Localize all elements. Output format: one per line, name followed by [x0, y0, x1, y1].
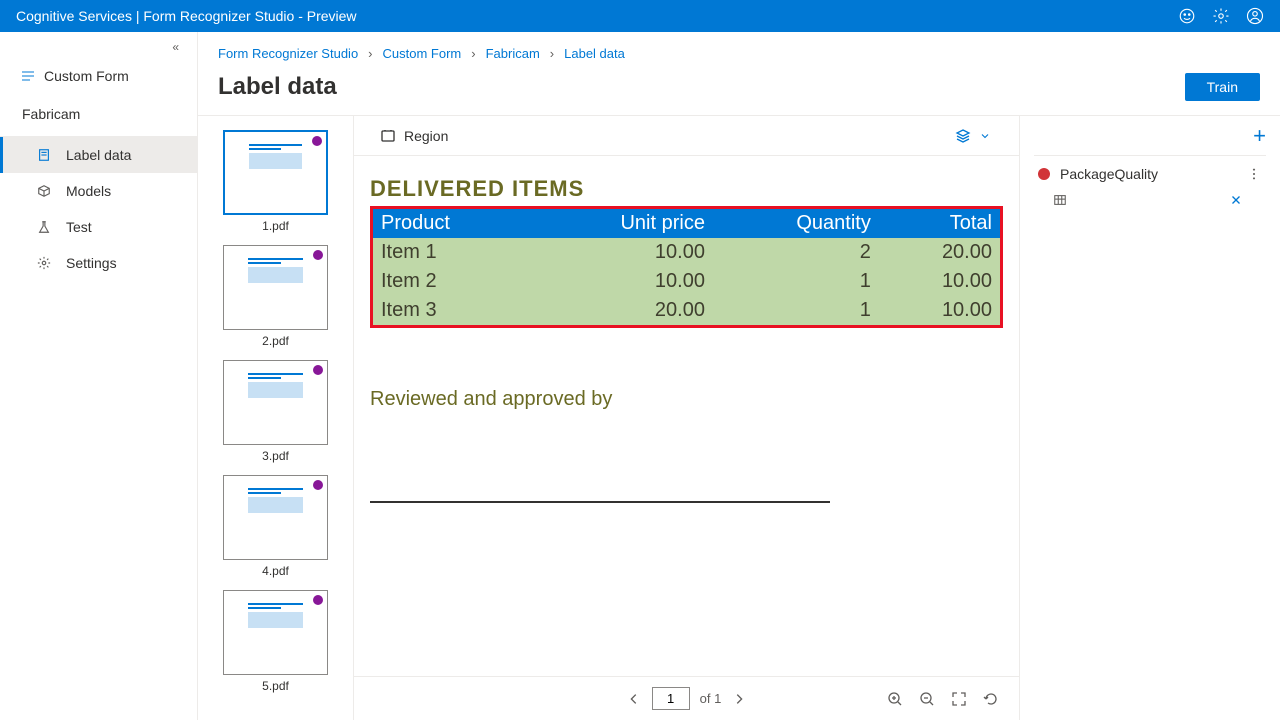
crumb-current[interactable]: Label data: [564, 46, 625, 61]
page-total: of 1: [700, 691, 722, 706]
sidebar-collapse[interactable]: «: [0, 32, 197, 62]
doc-heading: DELIVERED ITEMS: [370, 176, 1003, 202]
reviewed-label: Reviewed and approved by: [370, 388, 1003, 411]
thumb-2[interactable]: 2.pdf: [223, 245, 328, 352]
status-dot-icon: [313, 365, 323, 375]
project-name[interactable]: Fabricam: [0, 100, 197, 136]
cube-icon: [36, 183, 52, 199]
settings-icon[interactable]: [1212, 7, 1230, 25]
thumb-label: 5.pdf: [262, 675, 289, 697]
top-bar: Cognitive Services | Form Recognizer Stu…: [0, 0, 1280, 32]
breadcrumb: Form Recognizer Studio› Custom Form› Fab…: [198, 32, 1280, 67]
page-input[interactable]: [652, 687, 690, 710]
add-field-button[interactable]: +: [1253, 123, 1266, 149]
train-button[interactable]: Train: [1185, 73, 1260, 101]
page-title: Label data: [218, 73, 337, 101]
nav-label: Models: [66, 183, 111, 199]
flask-icon: [36, 219, 52, 235]
document-view[interactable]: DELIVERED ITEMS Product Unit price Quant…: [354, 156, 1019, 676]
thumb-label: 1.pdf: [262, 215, 289, 237]
title-row: Label data Train: [198, 67, 1280, 116]
delete-icon[interactable]: [1228, 192, 1244, 208]
status-dot-icon: [313, 595, 323, 605]
pager: of 1: [626, 687, 748, 710]
thumbnail-strip: 1.pdf 2.pdf 3.pdf 4.pdf 5.pdf: [198, 116, 353, 720]
field-subtype: [1034, 192, 1266, 208]
zoom-out-icon[interactable]: [919, 691, 935, 707]
account-icon[interactable]: [1246, 7, 1264, 25]
col-total: Total: [879, 209, 1000, 238]
thumb-label: 3.pdf: [262, 445, 289, 467]
canvas-area: Region DELIVERED ITEMS Product Unit pric…: [353, 116, 1020, 720]
nav-models[interactable]: Models: [0, 173, 197, 209]
status-dot-icon: [312, 136, 322, 146]
crumb-root[interactable]: Form Recognizer Studio: [218, 46, 358, 61]
feedback-icon[interactable]: [1178, 7, 1196, 25]
crumb-custom[interactable]: Custom Form: [383, 46, 462, 61]
items-table: Product Unit price Quantity Total Item 1…: [373, 209, 1000, 325]
document-icon: [36, 147, 52, 163]
fit-icon[interactable]: [951, 691, 967, 707]
zoom-in-icon[interactable]: [887, 691, 903, 707]
topbar-actions: [1178, 7, 1264, 25]
sidebar-section: Custom Form: [0, 62, 197, 100]
sidebar-nav: Label data Models Test Settings: [0, 136, 197, 281]
field-color-dot: [1038, 168, 1050, 180]
app-title: Cognitive Services | Form Recognizer Stu…: [16, 8, 1178, 24]
col-product: Product: [373, 209, 529, 238]
nav-settings[interactable]: Settings: [0, 245, 197, 281]
status-dot-icon: [313, 250, 323, 260]
zoom-tools: [887, 691, 999, 707]
sidebar: « Custom Form Fabricam Label data Models…: [0, 32, 198, 720]
chevron-down-icon: [977, 128, 993, 144]
canvas-footer: of 1: [354, 676, 1019, 720]
thumb-label: 4.pdf: [262, 560, 289, 582]
signature-line: [370, 501, 830, 503]
canvas-toolbar: Region: [354, 116, 1019, 156]
sidebar-section-label: Custom Form: [44, 68, 129, 84]
nav-label-data[interactable]: Label data: [0, 137, 197, 173]
next-page-icon[interactable]: [731, 691, 747, 707]
fields-header: +: [1034, 116, 1266, 156]
prev-page-icon[interactable]: [626, 691, 642, 707]
layers-icon: [955, 128, 971, 144]
region-label: Region: [404, 128, 448, 144]
custom-form-icon: [20, 68, 36, 84]
region-icon: [380, 128, 396, 144]
col-qty: Quantity: [713, 209, 879, 238]
thumb-4[interactable]: 4.pdf: [223, 475, 328, 582]
more-icon[interactable]: [1246, 166, 1262, 182]
workspace: 1.pdf 2.pdf 3.pdf 4.pdf 5.pdf Region: [198, 116, 1280, 720]
rotate-icon[interactable]: [983, 691, 999, 707]
table-selection: Product Unit price Quantity Total Item 1…: [370, 206, 1003, 328]
main-area: Form Recognizer Studio› Custom Form› Fab…: [198, 32, 1280, 720]
region-tool[interactable]: Region: [380, 128, 448, 144]
col-unit: Unit price: [529, 209, 713, 238]
field-name: PackageQuality: [1060, 166, 1158, 182]
thumb-5[interactable]: 5.pdf: [223, 590, 328, 697]
table-row: Item 110.00220.00: [373, 238, 1000, 267]
thumb-3[interactable]: 3.pdf: [223, 360, 328, 467]
table-row: Item 320.00110.00: [373, 296, 1000, 325]
table-row: Item 210.00110.00: [373, 267, 1000, 296]
nav-test[interactable]: Test: [0, 209, 197, 245]
crumb-project[interactable]: Fabricam: [486, 46, 540, 61]
layers-tool[interactable]: [955, 128, 993, 144]
fields-panel: + PackageQuality: [1020, 116, 1280, 720]
status-dot-icon: [313, 480, 323, 490]
gear-icon: [36, 255, 52, 271]
thumb-label: 2.pdf: [262, 330, 289, 352]
table-icon[interactable]: [1052, 192, 1068, 208]
nav-label: Settings: [66, 255, 117, 271]
field-item[interactable]: PackageQuality: [1034, 156, 1266, 192]
nav-label: Label data: [66, 147, 131, 163]
nav-label: Test: [66, 219, 92, 235]
thumb-1[interactable]: 1.pdf: [223, 130, 328, 237]
